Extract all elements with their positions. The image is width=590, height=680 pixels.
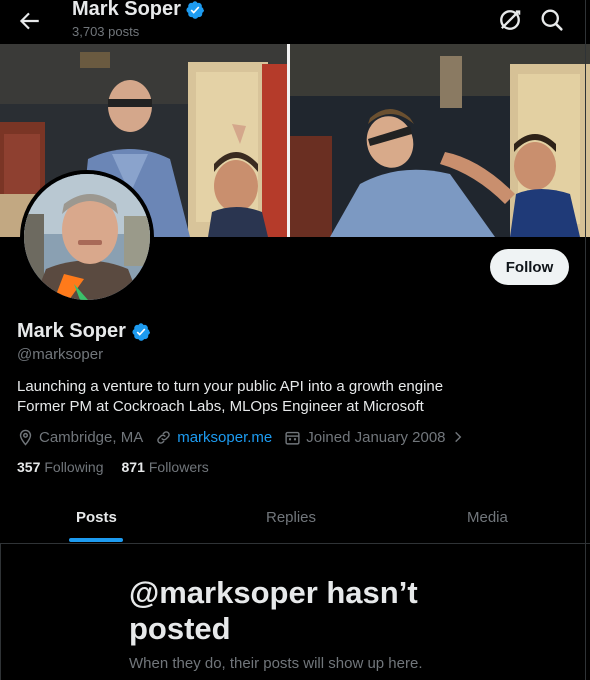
column-border-left (0, 544, 1, 680)
following-stat[interactable]: 357 Following (17, 459, 104, 475)
link-icon (157, 430, 170, 444)
profile-bio: Launching a venture to turn your public … (17, 377, 577, 417)
bio-line: Launching a venture to turn your public … (17, 378, 444, 395)
following-count: 357 (17, 459, 41, 475)
location-pin-icon (19, 429, 32, 446)
profile-stats: 357 Following 871 Followers (17, 459, 209, 475)
tab-media[interactable]: Media (467, 509, 508, 526)
joined-text: Joined January 2008 (306, 428, 446, 446)
header-name-row: Mark Soper (72, 0, 205, 21)
chevron-right-icon (454, 431, 461, 443)
profile-avatar[interactable] (20, 170, 154, 304)
location-item: Cambridge, MA (17, 429, 143, 446)
profile-meta: Cambridge, MA marksoper.me Joined Januar… (17, 427, 477, 447)
followers-stat[interactable]: 871 Followers (122, 459, 209, 475)
followers-count: 871 (121, 459, 145, 475)
followers-label: Followers (148, 459, 209, 475)
website-link[interactable]: marksoper.me (177, 429, 272, 446)
calendar-icon (285, 431, 300, 445)
banner-divider (287, 44, 290, 237)
header-posts-count: 3,703 posts (72, 24, 140, 39)
banner-photo-right (290, 44, 590, 237)
website-item[interactable]: marksoper.me (155, 429, 272, 446)
top-bar: Mark Soper 3,703 posts (0, 0, 590, 44)
verified-badge-icon[interactable] (131, 322, 151, 342)
bio-line: Former PM at Cockroach Labs, MLOps Engin… (17, 398, 424, 415)
profile-handle: @marksoper (17, 346, 104, 363)
empty-state-title: @marksoper hasn’t posted (129, 575, 418, 646)
search-icon[interactable] (538, 6, 566, 34)
profile-name-row: Mark Soper (17, 320, 151, 343)
active-tab-indicator (69, 538, 123, 542)
profile-tabs: Posts Replies Media (0, 494, 590, 544)
back-arrow-icon[interactable] (16, 8, 42, 34)
tab-posts[interactable]: Posts (76, 509, 117, 526)
header-name: Mark Soper (72, 0, 181, 20)
verified-badge-icon (186, 0, 204, 19)
following-label: Following (44, 459, 104, 475)
column-border-right (585, 0, 586, 680)
tab-replies[interactable]: Replies (266, 509, 316, 526)
location-text: Cambridge, MA (39, 428, 144, 446)
profile-name: Mark Soper (17, 320, 126, 342)
empty-state-subtitle: When they do, their posts will show up h… (129, 655, 423, 672)
joined-item[interactable]: Joined January 2008 (284, 429, 464, 446)
grok-icon[interactable] (496, 6, 524, 34)
follow-button[interactable]: Follow (490, 249, 569, 285)
